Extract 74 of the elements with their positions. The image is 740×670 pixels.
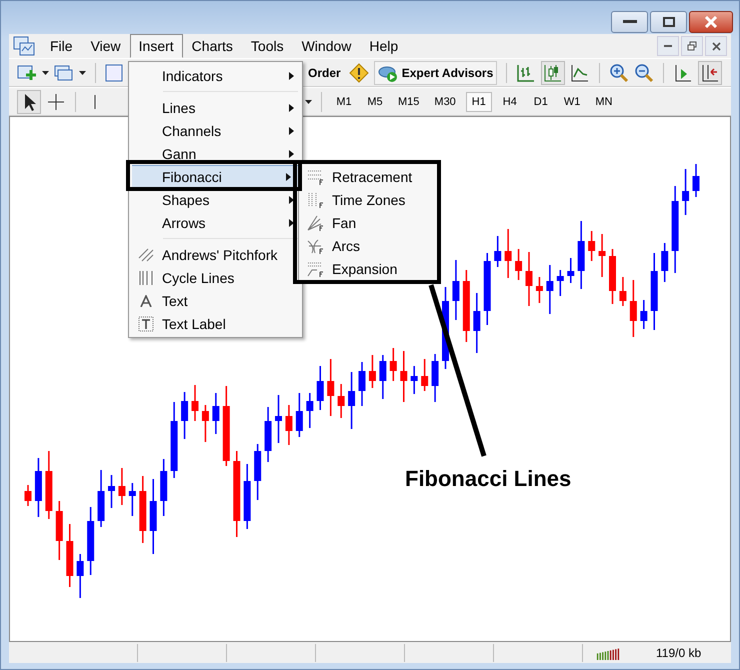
menu-item[interactable]: Fan [299,211,437,234]
bar-chart-icon[interactable] [516,62,536,83]
new-order-button[interactable]: Order [305,64,344,82]
text-label-icon [138,316,154,332]
maximize-icon [662,17,674,27]
restore-button[interactable] [681,36,703,56]
candlestick-chart-icon[interactable] [541,60,566,85]
menu-item[interactable]: Charts [182,34,242,58]
timeframe-button[interactable]: D1 [528,92,554,112]
menu-item[interactable]: Time Zones [299,188,437,211]
traffic-counter: 119/0 kb [656,646,702,660]
text-tool-icon [140,294,152,306]
menu-item[interactable]: Gann [129,142,302,165]
minimize-icon [664,44,672,48]
profiles-icon[interactable] [54,64,74,82]
menu-item[interactable]: Cycle Lines [129,266,302,289]
menu-item[interactable]: View [82,34,130,58]
timeframe-button[interactable]: M30 [429,92,461,112]
maximize-button[interactable] [650,11,687,33]
close-icon [704,16,718,28]
crosshair-icon[interactable] [46,92,66,112]
timeframe-button[interactable]: W1 [558,92,586,112]
new-chart-icon[interactable] [17,64,37,82]
restore-icon [687,41,697,52]
timeframe-button[interactable]: M5 [362,92,388,112]
pitchfork-icon [138,248,154,262]
menu-item[interactable]: Indicators [129,64,302,87]
expansion-icon [306,260,324,276]
caret-icon[interactable] [42,70,49,75]
menu-item[interactable]: Arcs [299,234,437,257]
minimize-icon [622,20,636,24]
connection-bars-icon [595,646,621,660]
caret-icon[interactable] [305,100,312,104]
fan-icon [306,214,324,230]
app-icon [13,36,35,56]
chart-shift-icon[interactable] [698,60,722,85]
time-zones-icon [306,192,324,208]
timeframe-button[interactable]: M15 [393,92,424,112]
timeframe-button[interactable]: MN [590,92,618,112]
retracement-icon [306,168,324,184]
menu-item[interactable]: Help [360,34,408,58]
menu-item[interactable]: Andrews' Pitchfork [129,243,302,266]
cursor-icon[interactable] [17,90,41,114]
minimize-button[interactable] [657,36,679,56]
menu-item[interactable]: Text Label [129,312,302,335]
close-icon [712,42,720,51]
menu-item[interactable]: Lines [129,96,302,119]
auto-scroll-icon[interactable] [673,62,694,83]
arcs-icon [306,238,324,254]
timeframe-button[interactable]: M1 [331,92,357,112]
menu-item[interactable]: Arrows [129,211,302,234]
expert-advisors-button[interactable]: Expert Advisors [374,60,498,85]
chart-window-icon[interactable] [105,64,123,82]
close-button[interactable] [689,11,733,33]
cycle-lines-icon [138,270,154,286]
menu-item[interactable]: Channels [129,119,302,142]
menu-item[interactable]: Insert [130,34,183,58]
minimize-button[interactable] [611,11,648,33]
zoom-out-icon[interactable] [634,62,654,83]
zoom-in-icon[interactable] [609,62,630,83]
menu-item[interactable]: Retracement [299,165,437,188]
caret-icon[interactable] [79,70,86,75]
timeframe-button[interactable]: H4 [496,92,523,112]
menu-item[interactable]: Text [129,289,302,312]
timeframe-button[interactable]: H1 [466,92,492,112]
menu-item[interactable]: Shapes [129,188,302,211]
menu-item[interactable]: Expansion [299,257,437,280]
menu-item[interactable]: Fibonacci [132,165,299,188]
menu-item[interactable]: Tools [242,34,293,58]
line-chart-icon[interactable] [570,62,590,83]
annotation-label: Fibonacci Lines [405,466,572,492]
menu-item[interactable]: File [41,34,82,58]
warning-icon[interactable] [348,62,369,83]
menu-item[interactable]: Window [292,34,360,58]
